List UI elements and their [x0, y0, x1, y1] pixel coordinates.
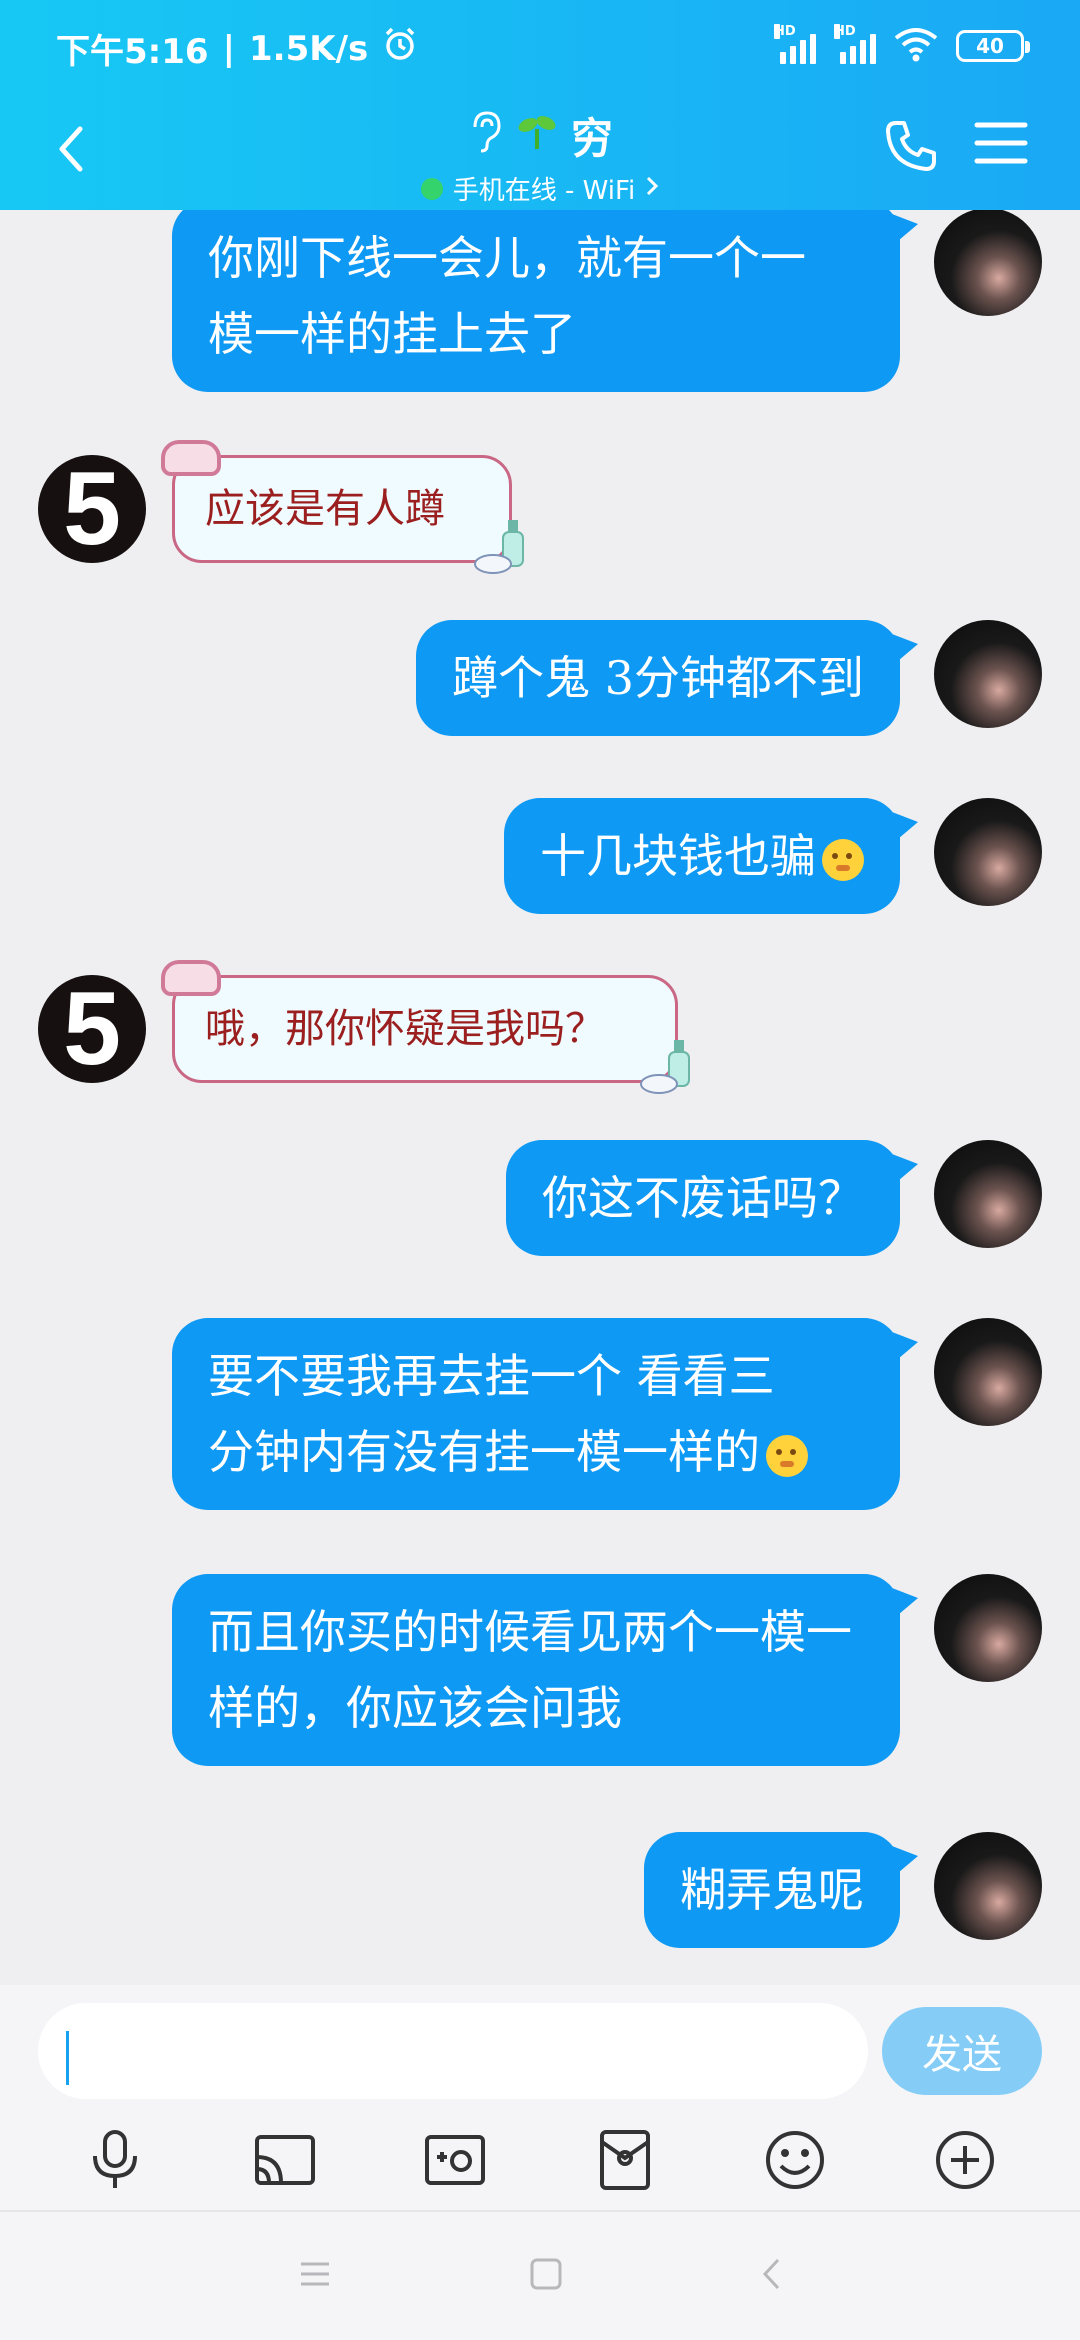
signal-icon: HD — [774, 24, 816, 64]
message-text: 哦，那你怀疑是我吗？ — [205, 1006, 605, 1052]
cast-screen-icon[interactable] — [250, 2125, 320, 2195]
status-bar: 下午5:16 | 1.5K/s HD HD 40 — [0, 0, 1080, 95]
signal-icon-2: HD — [834, 24, 876, 64]
microphone-icon[interactable] — [80, 2125, 150, 2195]
red-packet-icon[interactable] — [590, 2125, 660, 2195]
message-line: 而且你买的时候看见两个一模一 — [208, 1605, 852, 1659]
message-bubble-peer[interactable]: 应该是有人蹲 — [161, 440, 524, 574]
system-back-button[interactable] — [759, 2256, 783, 2296]
chat-header: 下午5:16 | 1.5K/s HD HD 40 穷 手机在线 - WiFi — [0, 0, 1080, 210]
soap-bottle-icon — [473, 514, 529, 576]
online-status[interactable]: 手机在线 - WiFi — [0, 170, 1080, 207]
menu-button[interactable] — [974, 119, 1028, 167]
network-speed: 1.5K/s — [249, 28, 369, 69]
sprout-icon — [517, 111, 557, 161]
recent-apps-button[interactable] — [297, 2258, 333, 2294]
hd-badge-2: HD — [834, 24, 856, 39]
message-line: 你刚下线一会儿，就有一个一 — [208, 231, 806, 285]
home-button[interactable] — [528, 2256, 564, 2296]
message-line: 糊弄鬼呢 — [680, 1863, 864, 1917]
alarm-icon — [382, 26, 418, 71]
message-bubble-me[interactable]: 要不要我再去挂一个 看看三 分钟内有没有挂一模一样的 — [172, 1318, 918, 1510]
message-bubble-me[interactable]: 而且你买的时候看见两个一模一 样的，你应该会问我 — [172, 1574, 918, 1766]
input-area: 发送 — [0, 1985, 1080, 2210]
message-line: 你这不废话吗？ — [542, 1171, 864, 1225]
goggles-icon — [161, 960, 221, 996]
my-avatar[interactable] — [934, 210, 1042, 316]
message-text: 应该是有人蹲 — [205, 486, 445, 532]
status-left: 下午5:16 | 1.5K/s — [56, 24, 418, 73]
message-input[interactable] — [38, 2003, 868, 2099]
my-avatar[interactable] — [934, 798, 1042, 906]
text-caret — [66, 2031, 69, 2085]
message-line: 蹲个鬼 3分钟都不到 — [452, 651, 864, 705]
peer-avatar[interactable]: 5 — [38, 455, 146, 563]
message-list[interactable]: 你刚下线一会儿，就有一个一 模一样的挂上去了 5 应该是有人蹲 蹲个鬼 3分钟都… — [0, 210, 1080, 1990]
online-status-text: 手机在线 - WiFi — [452, 176, 636, 206]
my-avatar[interactable] — [934, 1140, 1042, 1248]
separator: | — [222, 28, 235, 69]
goggles-icon — [161, 440, 221, 476]
my-avatar[interactable] — [934, 1318, 1042, 1426]
message-bubble-me[interactable]: 你刚下线一会儿，就有一个一 模一样的挂上去了 — [172, 210, 918, 392]
camera-icon[interactable] — [420, 2125, 490, 2195]
plus-icon[interactable] — [930, 2125, 1000, 2195]
message-bubble-me[interactable]: 十几块钱也骗 — [504, 798, 918, 914]
contact-name: 穷 — [570, 114, 613, 163]
message-line: 十几块钱也骗 — [540, 829, 816, 883]
hd-badge: HD — [774, 24, 796, 39]
nav-bar: 穷 手机在线 - WiFi — [0, 95, 1080, 210]
message-bubble-peer[interactable]: 哦，那你怀疑是我吗？ — [161, 960, 690, 1094]
battery-icon: 40 — [956, 30, 1030, 62]
message-line: 分钟内有没有挂一模一样的 — [208, 1425, 760, 1479]
phone-call-button[interactable] — [882, 117, 940, 175]
wifi-icon — [894, 26, 938, 66]
toolbar — [0, 2115, 1080, 2205]
message-line: 模一样的挂上去了 — [208, 307, 576, 361]
peer-avatar[interactable]: 5 — [38, 975, 146, 1083]
emoji-icon[interactable] — [760, 2125, 830, 2195]
my-avatar[interactable] — [934, 620, 1042, 728]
soap-bottle-icon — [639, 1034, 695, 1096]
status-right: HD HD 40 — [774, 24, 1030, 66]
online-dot-icon — [420, 177, 443, 200]
system-navigation-bar — [0, 2210, 1080, 2340]
send-button[interactable]: 发送 — [882, 2007, 1042, 2095]
message-bubble-me[interactable]: 蹲个鬼 3分钟都不到 — [416, 620, 918, 736]
my-avatar[interactable] — [934, 1574, 1042, 1682]
shush-emoji-icon — [766, 1435, 808, 1477]
message-line: 要不要我再去挂一个 看看三 — [208, 1349, 775, 1403]
chevron-right-icon — [645, 174, 659, 204]
clock: 下午5:16 — [56, 32, 209, 72]
my-avatar[interactable] — [934, 1832, 1042, 1940]
ear-icon — [467, 109, 503, 163]
message-bubble-me[interactable]: 糊弄鬼呢 — [644, 1832, 918, 1948]
message-line: 样的，你应该会问我 — [208, 1681, 622, 1735]
message-bubble-me[interactable]: 你这不废话吗？ — [506, 1140, 918, 1256]
shush-emoji-icon — [822, 839, 864, 881]
